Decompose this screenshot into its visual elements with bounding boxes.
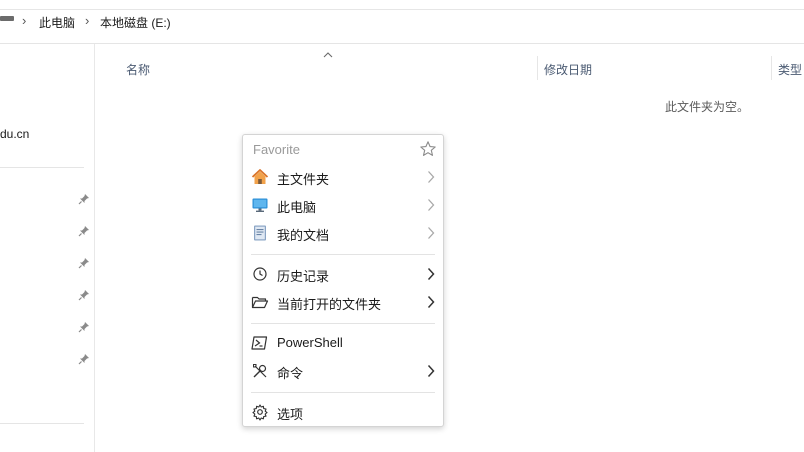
sidebar-divider [0, 423, 84, 424]
column-divider[interactable] [537, 56, 538, 80]
menu-separator [251, 254, 435, 255]
menu-item-label: PowerShell [277, 335, 343, 350]
sort-ascending-icon [323, 52, 333, 58]
menu-item-label: 当前打开的文件夹 [277, 297, 382, 312]
column-divider[interactable] [771, 56, 772, 80]
tools-icon [253, 364, 267, 378]
menu-item-home[interactable]: 主文件夹 [243, 164, 443, 190]
clock-icon [253, 267, 267, 281]
chevron-right-icon [428, 199, 435, 211]
gear-icon [252, 404, 268, 421]
folder-open-icon [251, 296, 269, 309]
breadcrumb-this-pc[interactable]: 此电脑 [39, 14, 75, 31]
chevron-right-icon [427, 295, 435, 309]
document-icon [254, 225, 266, 241]
breadcrumb-local-disk[interactable]: 本地磁盘 (E:) [100, 14, 171, 31]
menu-item-label: 我的文档 [277, 228, 330, 243]
window-top-border [0, 9, 804, 10]
star-icon[interactable] [419, 140, 437, 158]
pin-icon[interactable] [78, 321, 90, 333]
home-icon [251, 169, 269, 184]
drive-icon [0, 16, 14, 21]
menu-header: Favorite [253, 142, 300, 157]
pin-icon[interactable] [78, 353, 90, 365]
menu-item-label: 此电脑 [277, 200, 317, 215]
menu-item-history[interactable]: 历史记录 [243, 261, 443, 287]
menu-item-this-pc[interactable]: 此电脑 [243, 192, 443, 218]
menu-separator [251, 392, 435, 393]
menu-item-label: 命令 [277, 366, 304, 381]
menu-item-label: 历史记录 [277, 269, 330, 284]
column-header-modified[interactable]: 修改日期 [544, 61, 592, 78]
menu-item-options[interactable]: 选项 [243, 399, 443, 425]
favorites-context-menu: Favorite 主文件夹 此电脑 我的文档 历史记录 当前打开的文件夹 Pow… [242, 134, 444, 427]
powershell-icon [251, 336, 268, 350]
breadcrumb-separator: › [85, 13, 90, 28]
chevron-right-icon [428, 227, 435, 239]
pin-icon[interactable] [78, 257, 90, 269]
menu-item-powershell[interactable]: PowerShell [243, 330, 443, 356]
pin-icon[interactable] [78, 193, 90, 205]
pin-icon[interactable] [78, 225, 90, 237]
menu-item-my-documents[interactable]: 我的文档 [243, 220, 443, 246]
chevron-right-icon [427, 364, 435, 378]
column-header-name[interactable]: 名称 [126, 61, 150, 78]
pane-splitter[interactable] [94, 44, 95, 452]
menu-item-open-folders[interactable]: 当前打开的文件夹 [243, 289, 443, 315]
empty-folder-message: 此文件夹为空。 [665, 100, 750, 114]
address-bar-divider [0, 43, 804, 44]
menu-item-label: 选项 [277, 407, 304, 422]
sidebar-item-partial[interactable]: du.cn [0, 127, 29, 141]
menu-item-label: 主文件夹 [277, 172, 330, 187]
menu-separator [251, 323, 435, 324]
column-header-type[interactable]: 类型 [778, 61, 802, 78]
chevron-right-icon [427, 267, 435, 281]
monitor-icon [252, 198, 268, 212]
breadcrumb-separator: › [22, 13, 27, 28]
sidebar-divider [0, 167, 84, 168]
menu-item-commands[interactable]: 命令 [243, 358, 443, 384]
pin-icon[interactable] [78, 289, 90, 301]
chevron-right-icon [428, 171, 435, 183]
